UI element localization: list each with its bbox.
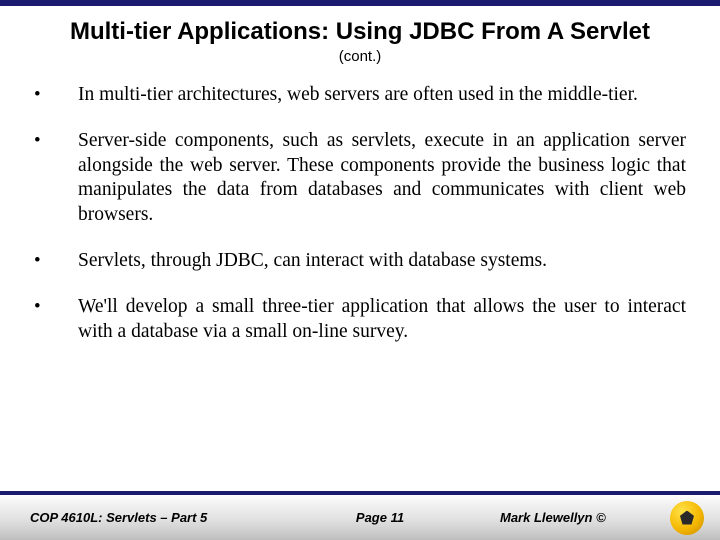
footer-author: Mark Llewellyn © [450,510,700,525]
footer-inner: COP 4610L: Servlets – Part 5 Page 11 Mar… [0,495,720,540]
top-accent-bar [0,0,720,6]
bullet-item: • In multi-tier architectures, web serve… [34,83,686,107]
slide-subtitle: (cont.) [0,48,720,65]
bullet-marker: • [34,83,78,107]
slide-footer: COP 4610L: Servlets – Part 5 Page 11 Mar… [0,494,720,540]
pegasus-icon [680,511,694,525]
bullet-item: • We'll develop a small three-tier appli… [34,295,686,344]
bullet-text: Servlets, through JDBC, can interact wit… [78,249,686,273]
slide-body: • In multi-tier architectures, web serve… [0,83,720,344]
bullet-text: Server-side components, such as servlets… [78,129,686,227]
ucf-logo-icon [670,501,704,535]
bullet-item: • Server-side components, such as servle… [34,129,686,227]
slide-title: Multi-tier Applications: Using JDBC From… [0,18,720,46]
footer-page: Page 11 [310,510,450,525]
bullet-marker: • [34,129,78,227]
bullet-marker: • [34,295,78,344]
bullet-text: In multi-tier architectures, web servers… [78,83,686,107]
bullet-text: We'll develop a small three-tier applica… [78,295,686,344]
footer-course: COP 4610L: Servlets – Part 5 [30,510,310,525]
bullet-item: • Servlets, through JDBC, can interact w… [34,249,686,273]
bullet-marker: • [34,249,78,273]
